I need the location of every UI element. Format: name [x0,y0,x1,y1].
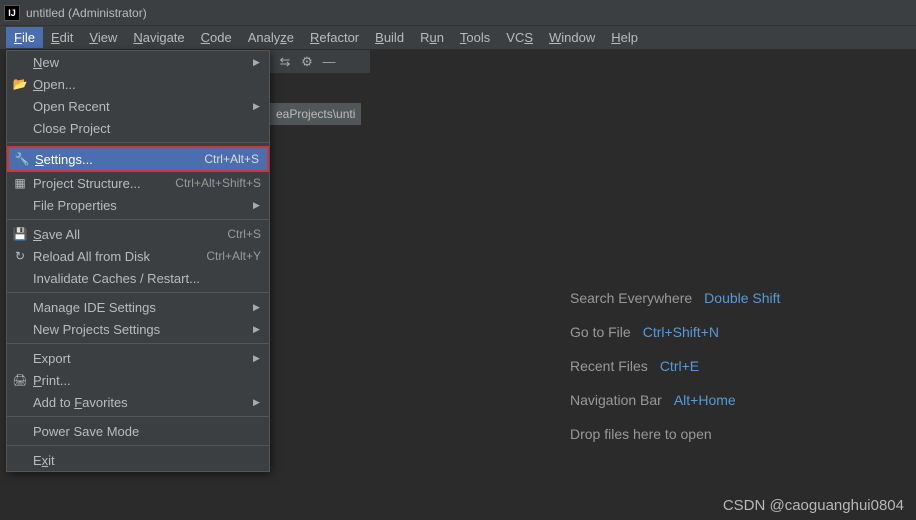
menu-vcs[interactable]: VCS [498,27,541,48]
separator [7,292,269,293]
separator [7,445,269,446]
menu-settings[interactable]: 🔧 Settings... Ctrl+Alt+S [7,146,269,172]
menu-analyze[interactable]: Analyze [240,27,302,48]
blank-icon [11,423,29,439]
blank-icon [11,270,29,286]
minimize-icon[interactable]: — [320,53,338,71]
menu-view[interactable]: View [81,27,125,48]
menu-build[interactable]: Build [367,27,412,48]
toolbar-strip: ⇆ ⚙ — [270,50,370,74]
blank-icon [11,350,29,366]
shortcut-label: Ctrl+Alt+Y [206,249,261,263]
print-icon: 🖨 [11,372,29,388]
folder-icon: 📂 [11,76,29,92]
chevron-right-icon: ▶ [253,397,261,408]
separator [7,219,269,220]
structure-icon: ▦ [11,175,29,191]
welcome-goto: Go to File Ctrl+Shift+N [570,324,780,340]
chevron-right-icon: ▶ [253,200,261,211]
save-icon: 💾 [11,226,29,242]
chevron-right-icon: ▶ [253,324,261,335]
chevron-right-icon: ▶ [253,302,261,313]
app-icon: IJ [4,5,20,21]
separator [7,343,269,344]
separator [7,142,269,143]
tab-fragment[interactable]: eaProjects\unti [270,103,361,125]
titlebar: IJ untitled (Administrator) [0,0,916,26]
watermark: CSDN @caoguanghui0804 [723,497,904,514]
shortcut-label: Ctrl+Alt+Shift+S [175,176,261,190]
menu-invalidate[interactable]: Invalidate Caches / Restart... [7,267,269,289]
menu-help[interactable]: Help [603,27,646,48]
menu-project-structure[interactable]: ▦ Project Structure... Ctrl+Alt+Shift+S [7,172,269,194]
blank-icon [11,98,29,114]
welcome-nav: Navigation Bar Alt+Home [570,392,780,408]
menu-edit[interactable]: Edit [43,27,81,48]
welcome-panel: Search Everywhere Double Shift Go to Fil… [570,290,780,442]
blank-icon [11,120,29,136]
file-dropdown: New ▶ 📂 Open... Open Recent ▶ Close Proj… [6,50,270,472]
menu-reload[interactable]: ↻ Reload All from Disk Ctrl+Alt+Y [7,245,269,267]
welcome-recent: Recent Files Ctrl+E [570,358,780,374]
menu-code[interactable]: Code [193,27,240,48]
menu-power-save[interactable]: Power Save Mode [7,420,269,442]
shortcut-label: Ctrl+S [227,227,261,241]
menu-open-recent[interactable]: Open Recent ▶ [7,95,269,117]
blank-icon [11,452,29,468]
menu-new[interactable]: New ▶ [7,51,269,73]
menu-print[interactable]: 🖨 Print... [7,369,269,391]
chevron-right-icon: ▶ [253,353,261,364]
blank-icon [11,54,29,70]
menu-file-properties[interactable]: File Properties ▶ [7,194,269,216]
menu-export[interactable]: Export ▶ [7,347,269,369]
welcome-drop: Drop files here to open [570,426,780,442]
separator [7,416,269,417]
menu-save-all[interactable]: 💾 Save All Ctrl+S [7,223,269,245]
menu-navigate[interactable]: Navigate [125,27,192,48]
menubar: File Edit View Navigate Code Analyze Ref… [0,26,916,50]
shortcut-label: Ctrl+Alt+S [204,152,259,166]
chevron-right-icon: ▶ [253,57,261,68]
menu-run[interactable]: Run [412,27,452,48]
chevron-right-icon: ▶ [253,101,261,112]
blank-icon [11,394,29,410]
menu-tools[interactable]: Tools [452,27,498,48]
expand-icon[interactable]: ⇆ [276,53,294,71]
blank-icon [11,321,29,337]
menu-open[interactable]: 📂 Open... [7,73,269,95]
blank-icon [11,299,29,315]
menu-window[interactable]: Window [541,27,603,48]
reload-icon: ↻ [11,248,29,264]
window-title: untitled (Administrator) [26,6,147,20]
menu-refactor[interactable]: Refactor [302,27,367,48]
menu-file[interactable]: File [6,27,43,48]
gear-icon[interactable]: ⚙ [298,53,316,71]
welcome-search: Search Everywhere Double Shift [570,290,780,306]
menu-add-favorites[interactable]: Add to Favorites ▶ [7,391,269,413]
wrench-icon: 🔧 [13,151,31,167]
blank-icon [11,197,29,213]
menu-exit[interactable]: Exit [7,449,269,471]
menu-manage-ide[interactable]: Manage IDE Settings ▶ [7,296,269,318]
menu-new-projects-settings[interactable]: New Projects Settings ▶ [7,318,269,340]
menu-close-project[interactable]: Close Project [7,117,269,139]
